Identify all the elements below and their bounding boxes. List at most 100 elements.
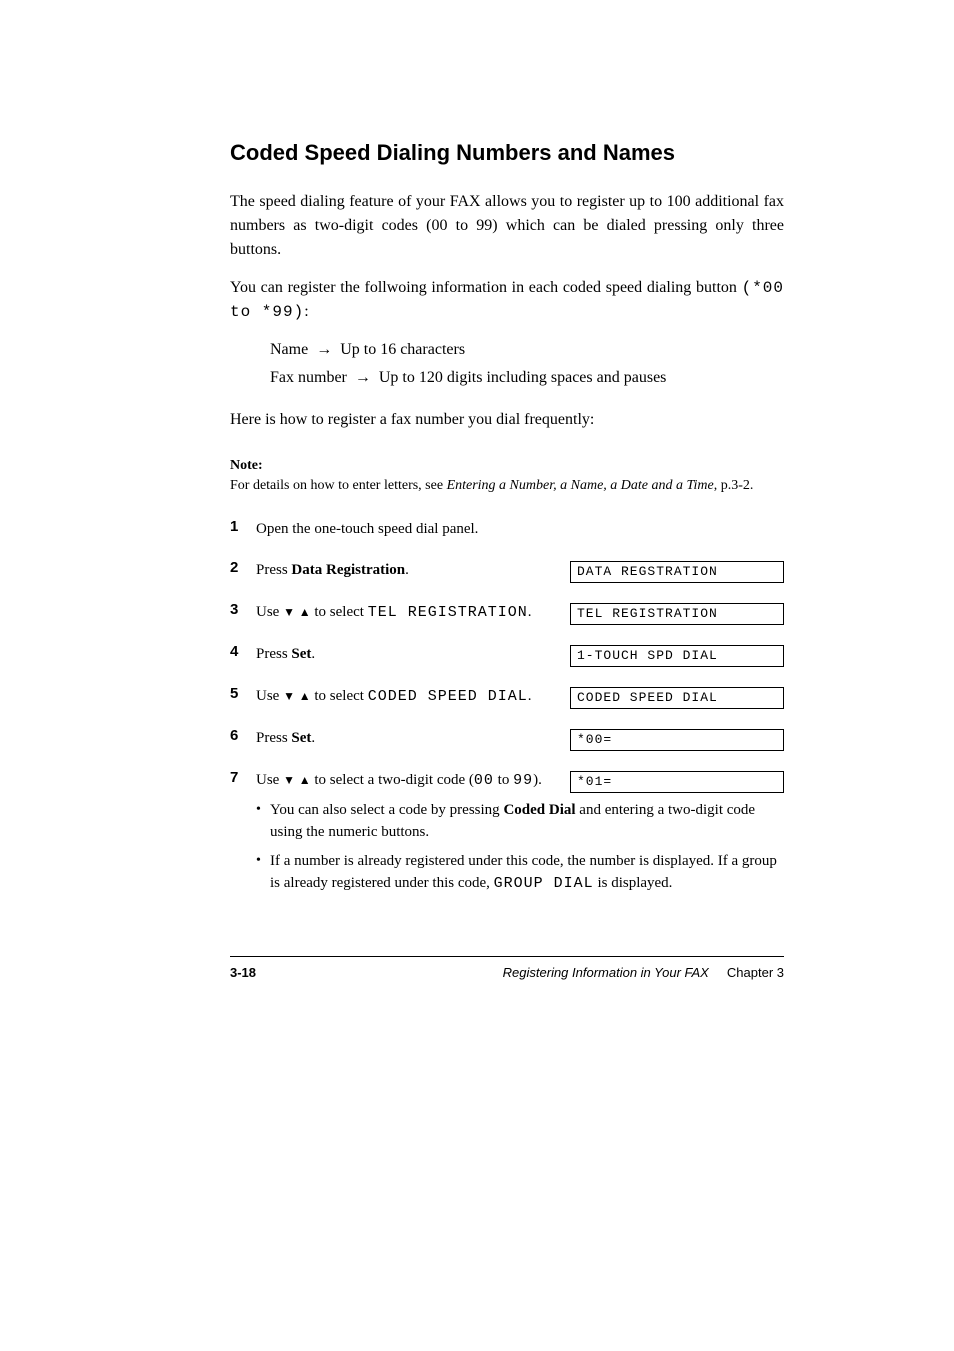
step-text-mid2: to (494, 772, 513, 788)
step-text-after: . (405, 562, 409, 578)
display-column: 1-TOUCH SPD DIAL (570, 643, 784, 667)
step-text: Use ▼ ▲ to select CODED SPEED DIAL. (256, 685, 531, 709)
step-text: Open the one-touch speed dial panel. (256, 518, 478, 541)
step-text-after: . (528, 688, 532, 704)
lcd-display: DATA REGSTRATION (570, 561, 784, 583)
step-mono: 00 (474, 772, 494, 789)
param-name-detail: Up to 16 characters (340, 341, 465, 358)
step: 1 Open the one-touch speed dial panel. (230, 518, 784, 541)
lcd-display: *01= (570, 771, 784, 793)
step-bold: Set (291, 730, 311, 746)
intro-paragraph-1: The speed dialing feature of your FAX al… (230, 190, 784, 262)
bullet2-mono: GROUP DIAL (494, 875, 594, 892)
step-text-before: Press (256, 730, 291, 746)
display-column: CODED SPEED DIAL (570, 685, 784, 709)
step-bold: Set (291, 646, 311, 662)
step-body: 1 Open the one-touch speed dial panel. (230, 518, 570, 541)
step-text-before: Press (256, 646, 291, 662)
step: 3 Use ▼ ▲ to select TEL REGISTRATION. TE… (230, 601, 784, 625)
step: 7 Use ▼ ▲ to select a two-digit code (00… (230, 769, 784, 793)
step-mono: TEL REGISTRATION (368, 604, 528, 621)
intro-paragraph-2: You can register the follwoing informati… (230, 276, 784, 324)
step-text-after: . (311, 646, 315, 662)
step-text: Press Set. (256, 643, 315, 666)
step-text-after: . (528, 604, 532, 620)
triangle-down-icon: ▼ (283, 773, 295, 787)
step-number: 1 (230, 518, 256, 535)
note-text-suffix: , p.3-2. (714, 478, 754, 493)
step-number: 2 (230, 559, 256, 576)
step-text: Use ▼ ▲ to select a two-digit code (00 t… (256, 769, 542, 793)
step-body: 6 Press Set. (230, 727, 570, 750)
bullet-item: • If a number is already registered unde… (256, 850, 784, 896)
display-column: TEL REGISTRATION (570, 601, 784, 625)
bullet2-suffix: is displayed. (594, 875, 673, 891)
howto-text: Here is how to register a fax number you… (230, 408, 784, 432)
footer-chapter-suffix: Chapter 3 (727, 965, 784, 980)
step: 4 Press Set. 1-TOUCH SPD DIAL (230, 643, 784, 667)
display-column (570, 518, 784, 520)
step-number: 4 (230, 643, 256, 660)
step-number: 7 (230, 769, 256, 786)
lcd-display: *00= (570, 729, 784, 751)
step-body: 2 Press Data Registration. (230, 559, 570, 582)
note-text-prefix: For details on how to enter letters, see (230, 478, 447, 493)
bullet-text: If a number is already registered under … (270, 850, 784, 896)
footer-divider (230, 956, 784, 957)
step: 5 Use ▼ ▲ to select CODED SPEED DIAL. CO… (230, 685, 784, 709)
triangle-up-icon: ▲ (299, 689, 311, 703)
step-mono-2: 99 (513, 772, 533, 789)
step-number: 5 (230, 685, 256, 702)
step-text-after: . (311, 730, 315, 746)
note-text: For details on how to enter letters, see… (230, 476, 784, 496)
step-text-before: Use (256, 772, 283, 788)
step-body: 4 Press Set. (230, 643, 570, 666)
step-bold: Data Registration (291, 562, 405, 578)
step-text: Press Data Registration. (256, 559, 409, 582)
lcd-display: CODED SPEED DIAL (570, 687, 784, 709)
bullet-item: • You can also select a code by pressing… (256, 799, 784, 844)
steps-list: 1 Open the one-touch speed dial panel. 2… (230, 518, 784, 896)
arrow-right-icon: → (316, 341, 332, 358)
display-column: *00= (570, 727, 784, 751)
document-page: Coded Speed Dialing Numbers and Names Th… (0, 0, 954, 1351)
page-number: 3-18 (230, 965, 256, 980)
bullet-prefix: You can also select a code by pressing (270, 802, 503, 818)
note-label: Note: (230, 458, 784, 474)
step-text-before: Use (256, 688, 283, 704)
step-mono: CODED SPEED DIAL (368, 688, 528, 705)
note-link-text: Entering a Number, a Name, a Date and a … (447, 478, 714, 493)
step-body: 5 Use ▼ ▲ to select CODED SPEED DIAL. (230, 685, 570, 709)
step-text-before: Press (256, 562, 291, 578)
step-text-mid: to select (311, 688, 368, 704)
display-column: *01= (570, 769, 784, 793)
step-text-mid: to select a two-digit code ( (311, 772, 474, 788)
step-number: 3 (230, 601, 256, 618)
note-block: Note: For details on how to enter letter… (230, 458, 784, 496)
intro-p2-prefix: You can register the follwoing informati… (230, 279, 742, 296)
step: 2 Press Data Registration. DATA REGSTRAT… (230, 559, 784, 583)
step-text-before: Use (256, 604, 283, 620)
footer-chapter: Registering Information in Your FAX Chap… (503, 965, 784, 980)
intro-p2-suffix: : (304, 303, 308, 320)
page-footer: 3-18 Registering Information in Your FAX… (230, 965, 784, 980)
lcd-display: 1-TOUCH SPD DIAL (570, 645, 784, 667)
param-name-line: Name → Up to 16 characters (270, 338, 784, 362)
display-column: DATA REGSTRATION (570, 559, 784, 583)
step: 6 Press Set. *00= (230, 727, 784, 751)
step-body: 3 Use ▼ ▲ to select TEL REGISTRATION. (230, 601, 570, 625)
arrow-right-icon: → (355, 369, 371, 386)
param-name-label: Name (270, 341, 308, 358)
param-fax-line: Fax number → Up to 120 digits including … (270, 366, 784, 390)
step-number: 6 (230, 727, 256, 744)
lcd-display: TEL REGISTRATION (570, 603, 784, 625)
bullet-text: You can also select a code by pressing C… (270, 799, 784, 844)
step-text: Press Set. (256, 727, 315, 750)
step-7-bullets: • You can also select a code by pressing… (256, 799, 784, 896)
bullet-dot-icon: • (256, 799, 270, 820)
bullet-dot-icon: • (256, 850, 270, 871)
triangle-down-icon: ▼ (283, 689, 295, 703)
intro-block: The speed dialing feature of your FAX al… (230, 190, 784, 432)
param-fax-label: Fax number (270, 369, 347, 386)
param-fax-detail: Up to 120 digits including spaces and pa… (379, 369, 667, 386)
